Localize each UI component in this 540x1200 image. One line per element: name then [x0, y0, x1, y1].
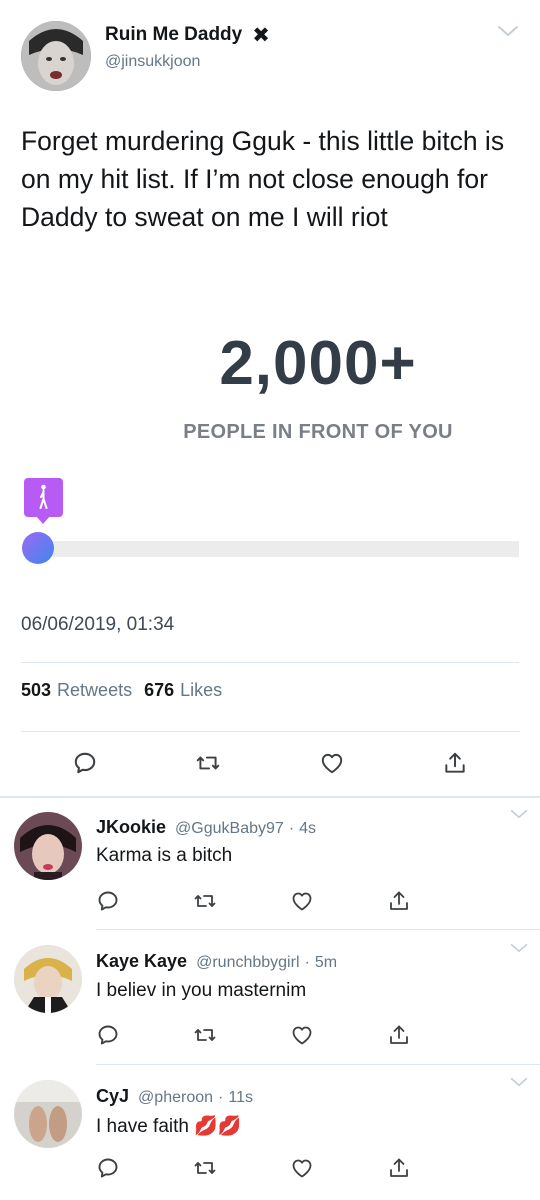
- author-avatar[interactable]: [21, 21, 91, 91]
- reply-author-handle[interactable]: @pheroon: [138, 1089, 213, 1106]
- reply-more-chevron-down-icon[interactable]: [510, 808, 528, 820]
- reply-author-name[interactable]: CyJ: [96, 1086, 129, 1106]
- reply-time[interactable]: 4s: [299, 820, 316, 837]
- reply-avatar[interactable]: [14, 812, 82, 880]
- reply-icon[interactable]: [72, 750, 98, 776]
- reply-like-heart-icon[interactable]: [290, 1156, 314, 1180]
- reply-reply-icon[interactable]: [96, 1156, 120, 1180]
- reply-header: CyJ @pheroon · 11s: [96, 1086, 253, 1107]
- reply-author-name[interactable]: JKookie: [96, 817, 166, 837]
- tweet-text: Forget murdering Gguk - this little bitc…: [21, 126, 505, 232]
- queue-caption: PEOPLE IN FRONT OF YOU: [183, 421, 453, 443]
- reply-share-icon[interactable]: [387, 889, 411, 913]
- reply-divider: [96, 929, 540, 930]
- reply-author-name[interactable]: Kaye Kaye: [96, 951, 187, 971]
- likes-label[interactable]: Likes: [180, 680, 222, 701]
- cross-mark-icon: ✖: [252, 23, 270, 47]
- reply-text: I believ in you masternim: [96, 980, 307, 1001]
- author-name-row[interactable]: Ruin Me Daddy ✖: [105, 22, 270, 48]
- main-tweet-divider: [0, 796, 540, 798]
- reply-avatar-photo: [14, 812, 82, 880]
- author-handle[interactable]: @jinsukkjoon: [105, 53, 200, 71]
- reply-separator: ·: [304, 954, 310, 971]
- reply-like-heart-icon[interactable]: [290, 1023, 314, 1047]
- reply-time[interactable]: 5m: [315, 954, 337, 971]
- reply-separator: ·: [288, 820, 295, 837]
- reply-avatar-photo: [14, 945, 82, 1013]
- tweet-stats: 503 Retweets 676 Likes: [21, 680, 222, 701]
- stats-bottom-divider: [21, 731, 519, 732]
- tweet-timestamp[interactable]: 06/06/2019, 01:34: [21, 614, 174, 636]
- stats-top-divider: [21, 662, 519, 663]
- reply-retweet-icon[interactable]: [193, 1156, 217, 1180]
- queue-progress-dot: [22, 532, 54, 564]
- reply-like-heart-icon[interactable]: [290, 889, 314, 913]
- author-display-name[interactable]: Ruin Me Daddy: [105, 24, 242, 46]
- reply-share-icon[interactable]: [387, 1156, 411, 1180]
- reply-text: I have faith 💋💋: [96, 1116, 242, 1137]
- reply-header: JKookie @GgukBaby97 · 4s: [96, 817, 316, 838]
- reply-more-chevron-down-icon[interactable]: [510, 942, 528, 954]
- reply-reply-icon[interactable]: [96, 1023, 120, 1047]
- reply-text: Karma is a bitch: [96, 845, 233, 866]
- reply-avatar-photo: [14, 1080, 82, 1148]
- retweets-label[interactable]: Retweets: [57, 680, 132, 701]
- reply-reply-icon[interactable]: [96, 889, 120, 913]
- retweet-icon[interactable]: [195, 750, 221, 776]
- position-marker: [24, 478, 63, 517]
- queue-count: 2,000+: [219, 329, 417, 398]
- reply-avatar[interactable]: [14, 945, 82, 1013]
- reply-divider: [96, 1064, 540, 1065]
- reply-more-chevron-down-icon[interactable]: [510, 1076, 528, 1088]
- queue-progress-track: [40, 541, 519, 557]
- reply-retweet-icon[interactable]: [193, 889, 217, 913]
- walking-person-icon: [39, 484, 48, 509]
- reply-retweet-icon[interactable]: [193, 1023, 217, 1047]
- tweet-more-chevron-down-icon[interactable]: [497, 24, 519, 38]
- reply-author-handle[interactable]: @GgukBaby97: [175, 820, 284, 837]
- reply-share-icon[interactable]: [387, 1023, 411, 1047]
- reply-author-handle[interactable]: @runchbbygirl: [196, 954, 299, 971]
- like-heart-icon[interactable]: [319, 750, 345, 776]
- retweets-count[interactable]: 503: [21, 680, 51, 701]
- reply-time[interactable]: 11s: [228, 1089, 253, 1106]
- share-icon[interactable]: [442, 750, 468, 776]
- avatar-photo: [21, 21, 91, 91]
- marker-pointer: [36, 516, 50, 524]
- reply-separator: ·: [218, 1089, 224, 1106]
- reply-header: Kaye Kaye @runchbbygirl · 5m: [96, 951, 337, 972]
- reply-avatar[interactable]: [14, 1080, 82, 1148]
- likes-count[interactable]: 676: [144, 680, 174, 701]
